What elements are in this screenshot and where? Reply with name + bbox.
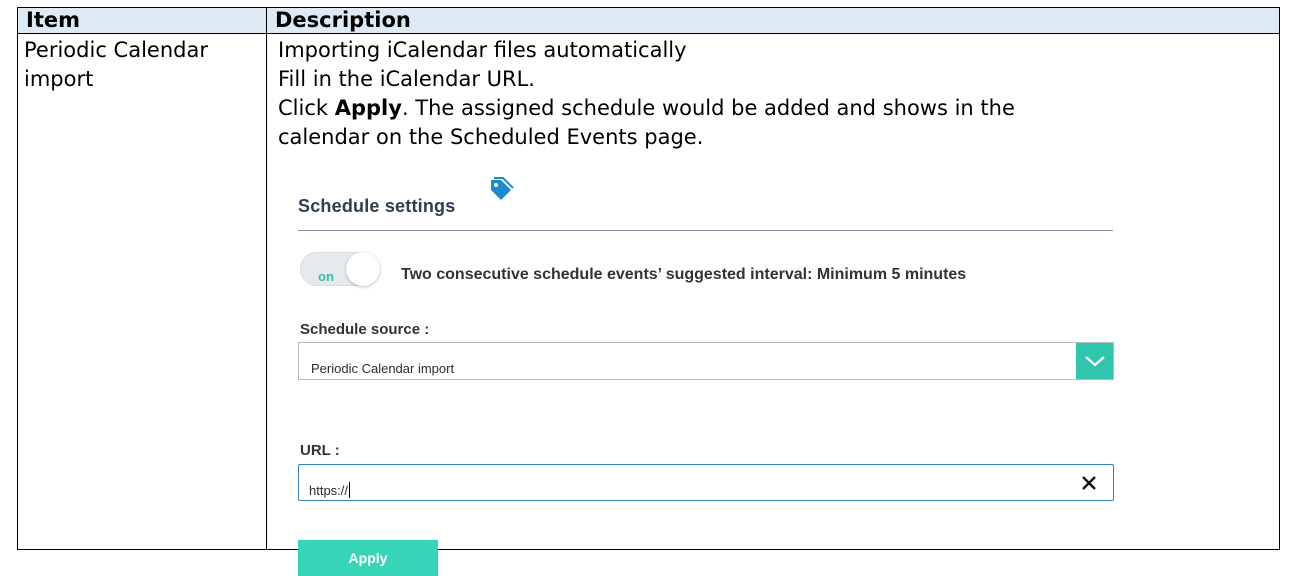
text-caret [349, 482, 351, 498]
apply-emphasis: Apply [334, 96, 402, 120]
description-cell: Importing iCalendar files automatically … [266, 33, 1280, 576]
description-line-3-prefix: Click [278, 96, 335, 120]
description-line-3: Click Apply. The assigned schedule would… [278, 94, 1279, 123]
url-value: https:// [309, 483, 349, 498]
schedule-settings-panel: Schedule settings on Two consecutive sch… [278, 172, 1148, 576]
description-line-3-suffix: . The assigned schedule would be added a… [401, 96, 1015, 120]
schedule-source-select[interactable]: Periodic Calendar import [298, 342, 1114, 380]
header-description: Description [266, 7, 1280, 34]
schedule-source-label: Schedule source : [300, 321, 430, 338]
table-row: Periodic Calendar import Importing iCale… [17, 33, 1280, 576]
url-input[interactable]: https:// [298, 464, 1114, 501]
header-item: Item [17, 7, 267, 34]
apply-button[interactable]: Apply [298, 540, 438, 576]
description-line-4: calendar on the Scheduled Events page. [278, 125, 704, 149]
interval-toggle[interactable]: on [300, 252, 380, 286]
description-line-2: Fill in the iCalendar URL. [278, 67, 535, 91]
section-divider [298, 230, 1113, 231]
item-name-line-1: Periodic Calendar [24, 38, 208, 62]
interval-description: Two consecutive schedule events’ suggest… [401, 266, 967, 283]
url-label: URL : [300, 442, 340, 459]
toggle-state-label: on [318, 269, 334, 284]
tag-icon [491, 177, 514, 200]
item-name-line-2: import [24, 67, 94, 91]
item-cell: Periodic Calendar import [17, 33, 267, 550]
dropdown-toggle[interactable] [1076, 343, 1113, 379]
description-line-1: Importing iCalendar files automatically [278, 38, 687, 62]
chevron-down-icon [1084, 356, 1105, 367]
toggle-knob [346, 252, 380, 286]
schedule-settings-title: Schedule settings [298, 196, 456, 216]
description-table: Item Description Periodic Calendar impor… [17, 7, 1280, 576]
close-icon[interactable] [1079, 473, 1099, 493]
schedule-source-value: Periodic Calendar import [311, 361, 455, 376]
table-header-row: Item Description [17, 7, 1280, 34]
url-value-wrap: https:// [309, 476, 351, 505]
